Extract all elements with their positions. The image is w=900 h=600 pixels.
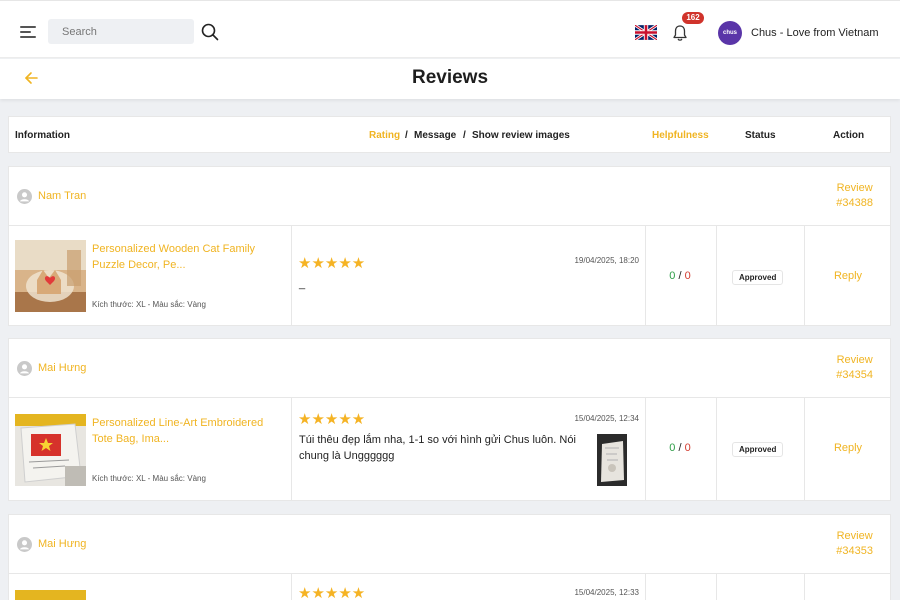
- user-name[interactable]: Chus - Love from Vietnam: [751, 27, 879, 39]
- helpful-separator: /: [678, 270, 682, 282]
- star-rating: ★★★★★: [298, 585, 366, 600]
- reviewer-name[interactable]: Nam Tran: [38, 190, 86, 202]
- product-name-link[interactable]: Personalized Wooden Cat Family Puzzle De…: [92, 241, 272, 273]
- helpful-no-count: 0: [684, 270, 691, 282]
- reviewer-name[interactable]: Mai Hưng: [38, 362, 86, 374]
- review-message: Túi thêu đẹp lắm nha, 1-1 so với hình gử…: [299, 434, 576, 462]
- status-badge: Approved: [732, 270, 784, 285]
- header-information: Information: [15, 130, 70, 141]
- search-icon[interactable]: [201, 23, 219, 41]
- helpful-separator: /: [678, 442, 682, 454]
- uk-flag-icon[interactable]: [635, 25, 657, 40]
- helpfulness-count: 0 / 0: [645, 442, 715, 454]
- review-row: Personalized Line-Art Embroidered Tote B…: [8, 398, 891, 501]
- helpful-no-count: 0: [684, 442, 691, 454]
- review-date: 15/04/2025, 12:33: [574, 588, 639, 597]
- product-thumbnail[interactable]: [15, 414, 86, 486]
- avatar[interactable]: chus: [718, 21, 742, 45]
- status-badge: Approved: [732, 442, 784, 457]
- reply-button[interactable]: Reply: [804, 442, 892, 454]
- review-header: Nam Tran Review #34388: [8, 166, 891, 226]
- user-icon: [17, 361, 32, 376]
- user-icon: [17, 189, 32, 204]
- product-variant: Kích thước: XL - Màu sắc: Vàng: [92, 300, 206, 309]
- review-date: 15/04/2025, 12:34: [574, 414, 639, 423]
- review-id-label: Review: [836, 182, 873, 194]
- review-message: _: [299, 278, 306, 290]
- reviewer-name[interactable]: Mai Hưng: [38, 538, 86, 550]
- review-id-number: #34354: [836, 369, 873, 381]
- helpfulness-count: 0 / 0: [645, 270, 715, 282]
- header-sep-1: /: [405, 130, 408, 141]
- review-header: Mai Hưng Review #34354: [8, 338, 891, 398]
- header-helpfulness[interactable]: Helpfulness: [652, 130, 709, 141]
- review-id-label: Review: [836, 354, 873, 366]
- header-sep-2: /: [463, 130, 466, 141]
- review-id-link[interactable]: Review #34388: [836, 181, 873, 211]
- helpful-yes-count: 0: [669, 442, 676, 454]
- review-id-link[interactable]: Review #34354: [836, 353, 873, 383]
- top-bar: 162 chus Chus - Love from Vietnam: [0, 0, 900, 58]
- review-id-label: Review: [836, 530, 873, 542]
- header-status: Status: [745, 130, 776, 141]
- menu-icon[interactable]: [20, 26, 36, 38]
- product-variant: Kích thước: XL - Màu sắc: Vàng: [92, 474, 206, 483]
- star-rating: ★★★★★: [298, 255, 366, 272]
- table-header: Information Rating / Message / Show revi…: [8, 116, 891, 153]
- search-input[interactable]: [48, 19, 194, 44]
- helpful-yes-count: 0: [669, 270, 676, 282]
- header-rating[interactable]: Rating: [369, 130, 400, 141]
- user-icon: [17, 537, 32, 552]
- review-id-link[interactable]: Review #34353: [836, 529, 873, 559]
- review-row: ★★★★★ 15/04/2025, 12:33: [8, 574, 891, 600]
- page-title: Reviews: [411, 67, 489, 88]
- product-thumbnail[interactable]: [15, 590, 86, 600]
- notification-badge: 162: [682, 12, 704, 24]
- header-message: Message: [414, 130, 457, 141]
- review-id-number: #34353: [836, 545, 873, 557]
- review-image[interactable]: [597, 434, 627, 486]
- bell-icon[interactable]: [672, 24, 688, 42]
- product-thumbnail[interactable]: [15, 240, 86, 312]
- title-bar: Reviews: [0, 59, 900, 99]
- product-name-link[interactable]: Personalized Line-Art Embroidered Tote B…: [92, 415, 272, 447]
- review-row: Personalized Wooden Cat Family Puzzle De…: [8, 226, 891, 326]
- reply-button[interactable]: Reply: [804, 270, 892, 282]
- review-id-number: #34388: [836, 197, 873, 209]
- header-show-images[interactable]: Show review images: [472, 130, 570, 141]
- star-rating: ★★★★★: [298, 411, 366, 428]
- review-header: Mai Hưng Review #34353: [8, 514, 891, 574]
- review-date: 19/04/2025, 18:20: [574, 256, 639, 265]
- header-action: Action: [833, 130, 865, 141]
